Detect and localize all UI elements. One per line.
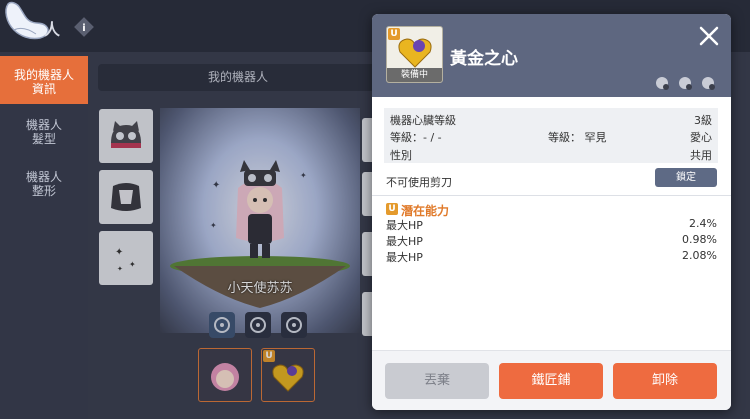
- close-icon[interactable]: [697, 24, 721, 48]
- potential-line-value: 2.4%: [689, 217, 717, 230]
- item-name: 黃金之心: [450, 49, 518, 69]
- nav-item-label: 資訊: [31, 82, 56, 96]
- grade-label: 等級：- / -: [390, 131, 442, 144]
- scissors-label: 不可使用剪刀: [386, 176, 452, 189]
- glove-tag-icon: [679, 77, 692, 90]
- potential-line-label: 最大HP: [386, 219, 423, 232]
- nav-item-robot-hair[interactable]: 機器人 髮型: [0, 118, 88, 158]
- window-title: 人: [44, 20, 61, 39]
- info-icon[interactable]: i: [74, 17, 94, 37]
- item-detail-popup: U 裝備中 黃金之心 機器心臟等級 3級 等級：- / - 等級： 罕見 愛心 …: [372, 14, 731, 410]
- blacksmith-button[interactable]: 鐵匠鋪: [499, 363, 603, 399]
- nav-item-label: 機器人: [25, 170, 62, 184]
- unequip-button[interactable]: 卸除: [613, 363, 717, 399]
- heart-level-value: 3級: [694, 114, 712, 127]
- nav-item-label: 髮型: [31, 132, 56, 146]
- equipped-label: 裝備中: [387, 68, 442, 82]
- gender-label: 性別: [390, 149, 412, 162]
- gender-value: 共用: [690, 149, 712, 162]
- discard-button[interactable]: 丟棄: [385, 363, 489, 399]
- grade-value: 愛心: [690, 131, 712, 144]
- potential-line-label: 最大HP: [386, 251, 423, 264]
- nav-item-label: 整形: [31, 184, 56, 198]
- glove-tag-icon: [656, 77, 669, 90]
- potential-line-value: 0.98%: [682, 233, 717, 246]
- grade-rarity: 等級： 罕見: [548, 131, 607, 144]
- lock-button[interactable]: 鎖定: [655, 168, 717, 187]
- potential-line-label: 最大HP: [386, 235, 423, 248]
- nav-item-robot-face[interactable]: 機器人 整形: [0, 170, 88, 210]
- unique-badge: U: [386, 203, 398, 215]
- heart-level-label: 機器心臟等級: [390, 114, 456, 127]
- divider: [372, 195, 731, 196]
- item-icon: U 裝備中: [386, 26, 443, 83]
- potential-line-value: 2.08%: [682, 249, 717, 262]
- svg-text:i: i: [82, 23, 85, 34]
- nav-item-label: 我的機器人: [13, 68, 74, 82]
- left-nav: [0, 52, 88, 419]
- glove-tag-icon: [702, 77, 715, 90]
- nav-item-label: 機器人: [25, 118, 62, 132]
- nav-item-my-robot-info[interactable]: 我的機器人 資訊: [0, 56, 88, 104]
- unique-badge: U: [388, 28, 400, 40]
